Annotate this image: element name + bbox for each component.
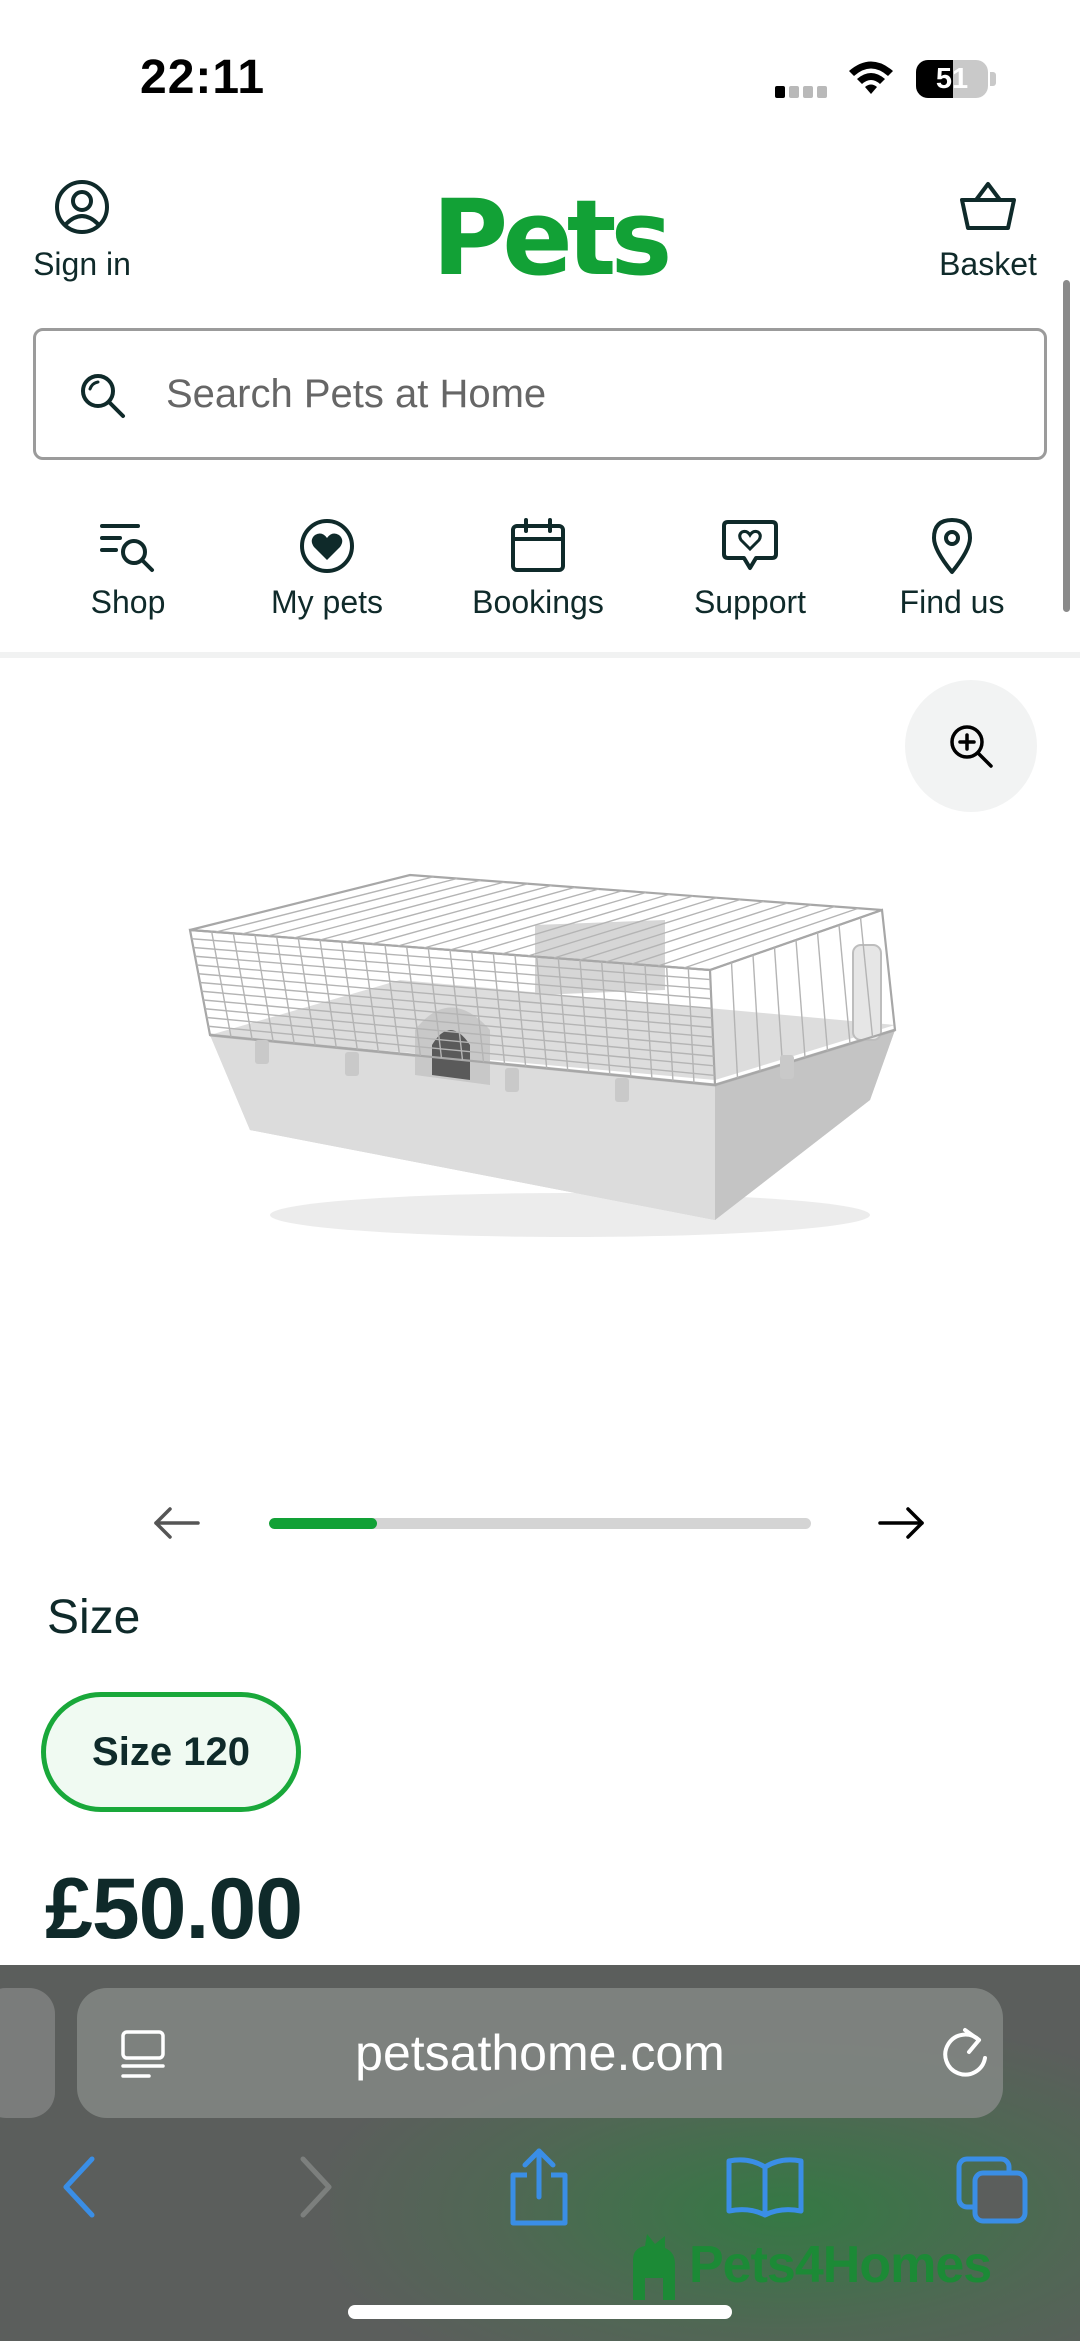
search-icon (81, 374, 125, 418)
gallery-progress-fill (269, 1518, 378, 1529)
account-icon (55, 180, 109, 234)
shop-search-icon (100, 524, 154, 572)
battery-icon: 51 (916, 60, 988, 98)
heart-icon (300, 519, 354, 573)
bookmarks-icon[interactable] (725, 2155, 805, 2219)
main-nav: Shop My pets Bookings Support Find us (0, 516, 1080, 651)
pets4homes-watermark: Pets4Homes (625, 2230, 992, 2300)
product-image-cage[interactable] (170, 830, 910, 1250)
size-option-120[interactable]: Size 120 (41, 1692, 301, 1812)
status-time: 22:11 (140, 51, 266, 104)
tabs-icon[interactable] (955, 2155, 1029, 2225)
share-icon[interactable] (505, 2147, 573, 2227)
nav-support[interactable]: Support (682, 516, 818, 621)
nav-bookings-label: Bookings (472, 584, 604, 620)
next-image-arrow-icon[interactable] (876, 1505, 926, 1541)
product-price: £50.00 (45, 1861, 303, 1957)
browser-toolbar: petsathome.com Pets4Homes (0, 1965, 1080, 2341)
chat-heart-icon (722, 520, 778, 570)
search-box[interactable] (33, 328, 1047, 460)
url-text: petsathome.com (355, 2025, 725, 2081)
page-scrollbar[interactable] (1063, 280, 1070, 612)
basket-label: Basket (939, 246, 1037, 282)
zoom-button[interactable] (905, 680, 1037, 812)
basket-button[interactable]: Basket (928, 178, 1048, 283)
nav-support-label: Support (693, 584, 807, 620)
reload-icon[interactable] (939, 2026, 991, 2082)
battery-tip (990, 72, 996, 86)
header-divider (0, 652, 1080, 658)
nav-shop[interactable]: Shop (68, 516, 188, 621)
search-input[interactable] (166, 361, 986, 427)
sign-in-button[interactable]: Sign in (22, 178, 142, 283)
location-pin-icon (932, 518, 972, 574)
watermark-text: Pets4Homes (689, 2236, 992, 2294)
status-bar: 22:11 51 (0, 0, 1080, 150)
cellular-signal-icon (775, 76, 829, 98)
previous-tab-peek[interactable] (0, 1988, 55, 2118)
calendar-icon (511, 518, 565, 572)
gallery-progress-track (269, 1518, 811, 1529)
nav-bookings[interactable]: Bookings (460, 516, 616, 621)
wifi-icon (849, 61, 893, 94)
battery-level: 51 (935, 63, 969, 95)
nav-my-pets[interactable]: My pets (262, 516, 392, 621)
address-bar[interactable]: petsathome.com (77, 1988, 1003, 2118)
nav-find-us-label: Find us (899, 584, 1005, 620)
basket-icon (960, 182, 1016, 230)
home-indicator[interactable] (348, 2305, 732, 2319)
pets-logo[interactable]: Pets (432, 186, 672, 290)
forward-icon[interactable] (295, 2155, 335, 2219)
size-heading: Size (47, 1591, 141, 1644)
site-header: Sign in Pets Basket (0, 150, 1080, 310)
back-icon[interactable] (60, 2155, 100, 2219)
nav-my-pets-label: My pets (270, 584, 384, 620)
previous-image-arrow-icon[interactable] (152, 1505, 202, 1541)
zoom-in-icon (950, 725, 993, 768)
nav-shop-label: Shop (90, 584, 166, 620)
nav-find-us[interactable]: Find us (884, 516, 1020, 621)
sign-in-label: Sign in (33, 246, 131, 282)
pets4homes-logo-icon (633, 2234, 675, 2300)
